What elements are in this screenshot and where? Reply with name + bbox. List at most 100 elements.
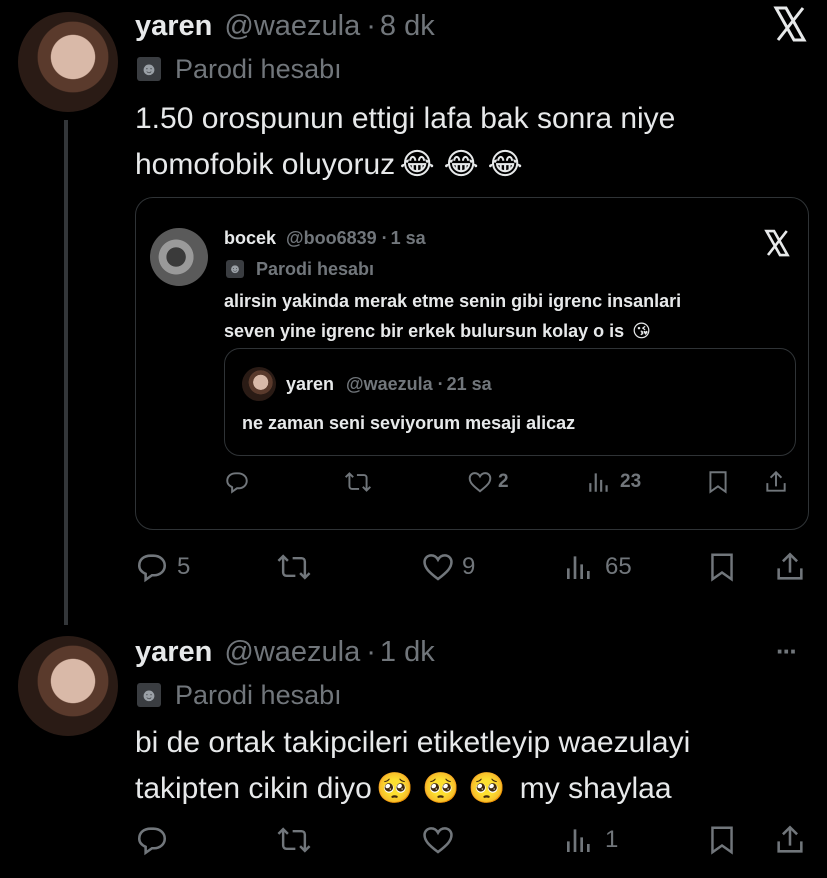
tweet-text-line: homofobik oluyoruz 😂 😂 😂: [135, 142, 795, 188]
theater-mask-icon: ☻: [137, 683, 161, 707]
display-name[interactable]: yaren: [135, 636, 212, 669]
repost-icon: [277, 827, 311, 853]
handle[interactable]: @waezula: [346, 374, 433, 395]
heart-icon: [423, 827, 453, 854]
parody-label: Parodi hesabı: [175, 53, 342, 84]
tweet-text: bi de ortak takipcileri etiketleyip waez…: [135, 720, 805, 812]
parody-label: Parodi hesabı: [256, 258, 375, 279]
views-count: 1: [605, 826, 619, 853]
tears-of-joy-emoji: 😂: [443, 148, 479, 181]
share-icon: [777, 825, 803, 853]
theater-mask-icon: ☻: [226, 260, 244, 278]
tweet-text-segment: my shaylaa: [519, 772, 672, 805]
reply-button[interactable]: 5: [135, 549, 190, 585]
tweet-text: 1.50 orospunun ettigi lafa bak sonra niy…: [135, 96, 795, 188]
quote-text-line: alirsin yakinda merak etme senin gibi ig…: [224, 291, 682, 311]
share-icon: [777, 552, 803, 580]
reply-icon: [137, 827, 167, 856]
tears-of-joy-emoji: 😂: [487, 148, 523, 181]
timestamp[interactable]: 1 dk: [380, 636, 435, 669]
parody-label-row: ☻ Parodi hesabı: [137, 678, 342, 712]
separator: ·: [366, 635, 376, 668]
share-button[interactable]: [773, 549, 807, 585]
tweet-text-segment: homofobik oluyoruz: [135, 148, 396, 181]
x-logo-icon[interactable]: [762, 228, 792, 258]
display-name[interactable]: yaren: [286, 374, 334, 395]
parody-label-row: ☻ Parodi hesabı: [226, 257, 374, 281]
pleading-face-emoji: 🥺: [422, 772, 460, 805]
tweet-text-line: takipten cikin diyo 🥺 🥺 🥺 my shaylaa: [135, 766, 805, 812]
reply-icon: [226, 472, 248, 494]
reply-icon: [137, 554, 167, 583]
bookmark-icon: [711, 826, 733, 855]
tweet-text-line: bi de ortak takipcileri etiketleyip waez…: [135, 726, 691, 759]
timestamp[interactable]: 21 sa: [447, 374, 492, 395]
heart-icon: [468, 472, 492, 493]
repost-button[interactable]: [275, 549, 313, 585]
repost-button[interactable]: [275, 822, 313, 858]
bookmark-icon: [709, 471, 727, 494]
parody-label-row: ☻ Parodi hesabı: [137, 52, 342, 86]
timestamp[interactable]: 8 dk: [380, 10, 435, 43]
nested-quote-text: ne zaman seni seviyorum mesaji alicaz: [242, 413, 576, 433]
bookmark-icon: [711, 553, 733, 582]
quote-text-segment: seven yine igrenc bir erkek bulursun kol…: [224, 321, 625, 341]
nested-quote-header: yaren @waezula · 21 sa: [286, 372, 492, 396]
avatar[interactable]: [150, 228, 208, 286]
nested-quote-card[interactable]: [224, 348, 796, 456]
pleading-face-emoji: 🥺: [468, 772, 506, 805]
like-count: 9: [462, 553, 476, 580]
reply-count: 5: [177, 553, 191, 580]
quote-text: alirsin yakinda merak etme senin gibi ig…: [224, 286, 794, 346]
display-name[interactable]: bocek: [224, 228, 276, 249]
tweet-header: yaren @waezula · 1 dk: [135, 634, 435, 670]
repost-button[interactable]: [343, 468, 373, 496]
parody-label: Parodi hesabı: [175, 679, 342, 710]
heart-icon: [423, 554, 453, 581]
views-icon: [567, 829, 590, 852]
avatar[interactable]: [18, 12, 118, 112]
reply-button[interactable]: [135, 822, 169, 858]
like-count: 2: [498, 471, 509, 492]
repost-icon: [277, 554, 311, 580]
bookmark-button[interactable]: [707, 822, 737, 858]
handle[interactable]: @waezula: [224, 10, 360, 43]
avatar[interactable]: [242, 367, 276, 401]
views-button[interactable]: 23: [586, 468, 641, 496]
reply-button[interactable]: [224, 468, 250, 496]
thread-line: [64, 120, 68, 625]
theater-mask-icon: ☻: [137, 57, 161, 81]
tweet-header: yaren @waezula · 8 dk: [135, 8, 435, 44]
views-count: 65: [605, 553, 632, 580]
pleading-face-emoji: 🥺: [376, 772, 414, 805]
share-button[interactable]: [773, 822, 807, 858]
handle[interactable]: @boo6839: [286, 228, 377, 249]
repost-icon: [344, 472, 372, 492]
handle[interactable]: @waezula: [224, 636, 360, 669]
views-count: 23: [620, 471, 642, 492]
avatar[interactable]: [18, 636, 118, 736]
views-icon: [567, 556, 590, 579]
x-logo-icon[interactable]: [770, 4, 810, 44]
kiss-emoji: 😘: [632, 321, 651, 341]
bookmark-button[interactable]: [706, 468, 730, 496]
like-button[interactable]: 2: [466, 468, 509, 496]
quote-text-line: seven yine igrenc bir erkek bulursun kol…: [224, 316, 794, 346]
separator: ·: [366, 9, 376, 42]
like-button[interactable]: 9: [420, 549, 475, 585]
like-button[interactable]: [420, 822, 456, 858]
share-icon: [766, 470, 786, 492]
tears-of-joy-emoji: 😂: [399, 148, 435, 181]
tweet-text-segment: takipten cikin diyo: [135, 772, 372, 805]
tweet-text-line: 1.50 orospunun ettigi lafa bak sonra niy…: [135, 102, 676, 135]
bookmark-button[interactable]: [707, 549, 737, 585]
separator: ·: [437, 373, 444, 394]
separator: ·: [381, 227, 388, 248]
views-icon: [589, 473, 608, 492]
views-button[interactable]: 1: [563, 822, 618, 858]
share-button[interactable]: [763, 468, 789, 496]
more-options-icon[interactable]: ···: [776, 636, 798, 667]
timestamp[interactable]: 1 sa: [391, 228, 426, 249]
views-button[interactable]: 65: [563, 549, 632, 585]
display-name[interactable]: yaren: [135, 10, 212, 43]
